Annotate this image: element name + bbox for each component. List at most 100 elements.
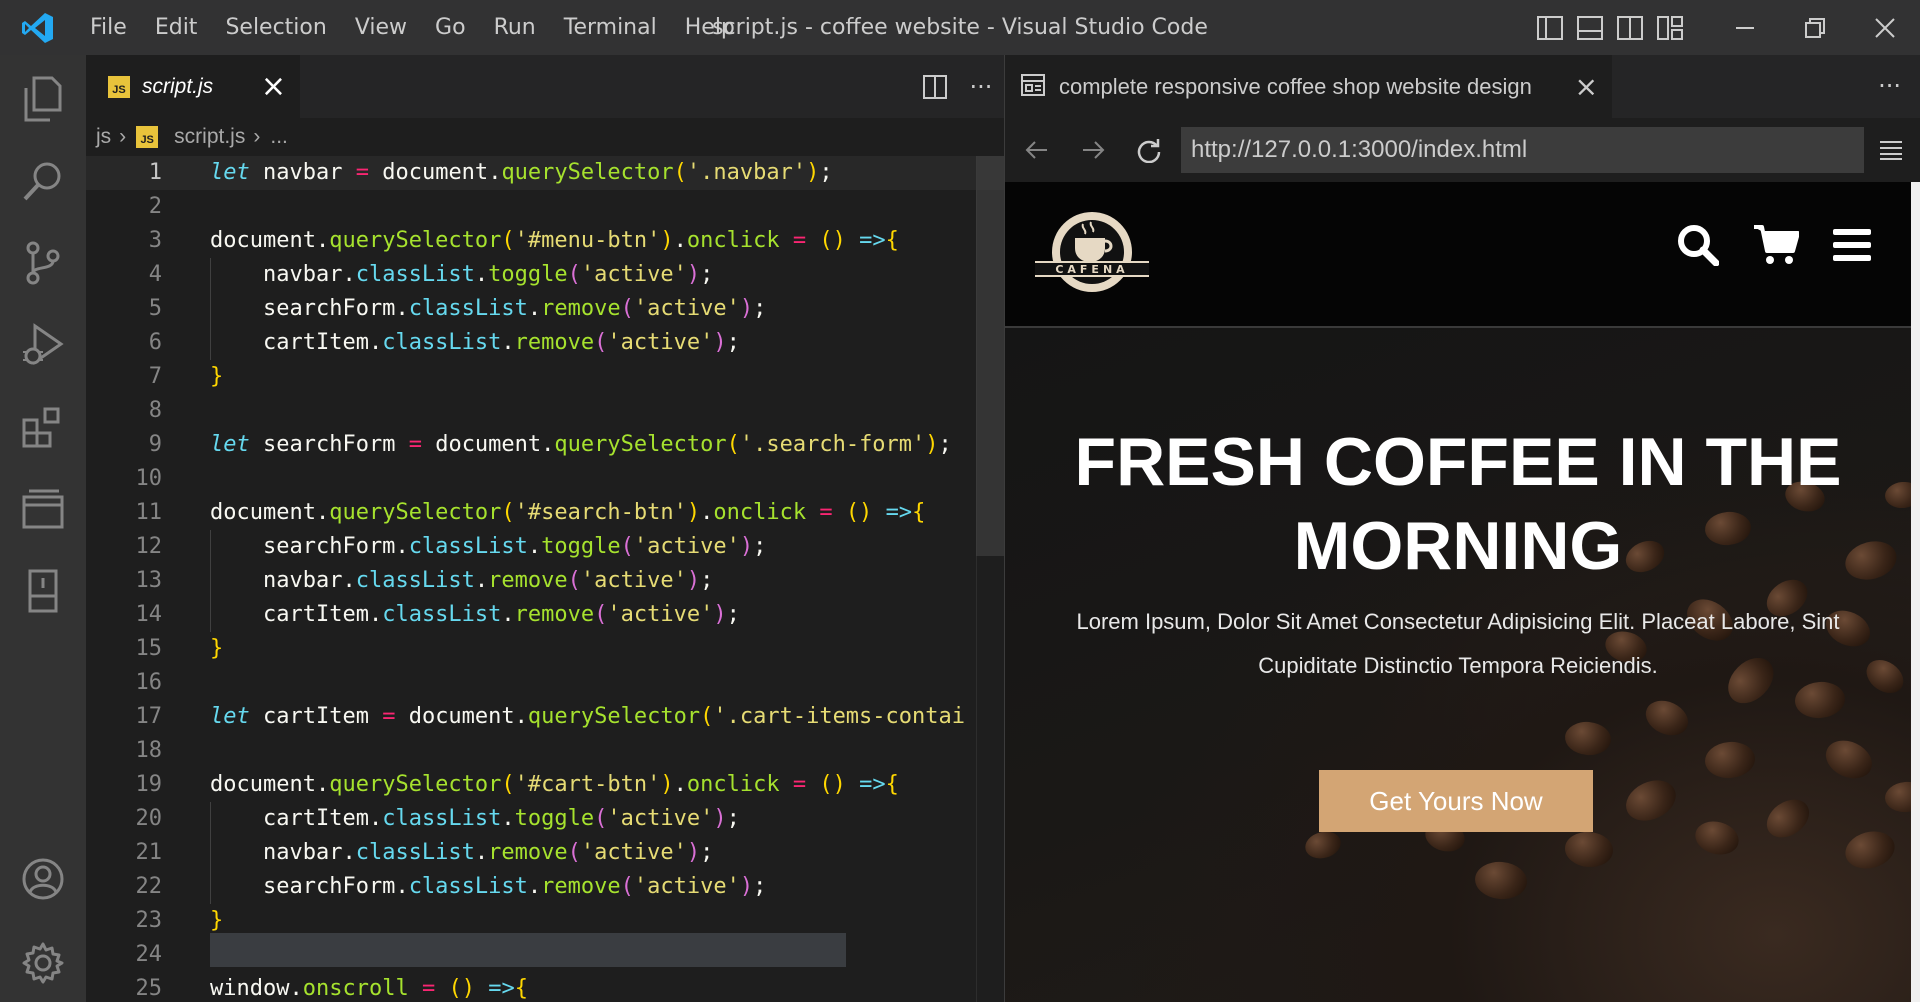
code-token: classList xyxy=(408,534,528,559)
search-icon[interactable] xyxy=(1677,224,1720,270)
code-line[interactable]: 15} xyxy=(86,632,1004,666)
code-token: ) xyxy=(925,432,939,457)
code-token: '#menu-btn' xyxy=(514,228,661,253)
vscode-logo-icon[interactable] xyxy=(0,0,76,55)
breadcrumb: js › JS script.js › ... xyxy=(86,118,1004,156)
menu-edit[interactable]: Edit xyxy=(141,0,212,55)
code-editor[interactable]: 1 let navbar = document.querySelector('.n… xyxy=(86,156,1004,1002)
back-arrow-icon[interactable] xyxy=(1009,118,1065,182)
code-token: ( xyxy=(620,874,634,899)
live-preview-icon[interactable] xyxy=(0,555,86,627)
code-token: = xyxy=(819,500,833,525)
code-token: ( xyxy=(567,840,581,865)
close-tab-icon[interactable]: × xyxy=(261,71,286,102)
breadcrumb-file[interactable]: script.js xyxy=(174,125,245,149)
get-yours-now-button[interactable]: Get Yours Now xyxy=(1319,770,1593,832)
code-token: () xyxy=(819,228,846,253)
code-line[interactable]: 8 xyxy=(86,394,1004,428)
code-line[interactable]: 2 xyxy=(86,190,1004,224)
code-token: ; xyxy=(726,330,740,355)
code-line[interactable]: 19 document.querySelector('#cart-btn').on… xyxy=(86,768,1004,802)
code-line[interactable]: 24 xyxy=(86,938,1004,972)
breadcrumb-folder[interactable]: js xyxy=(96,125,111,149)
code-line[interactable]: 3 document.querySelector('#menu-btn').onc… xyxy=(86,224,1004,258)
preview-scrollbar[interactable] xyxy=(1911,182,1920,1002)
forward-arrow-icon[interactable] xyxy=(1065,118,1121,182)
menu-help[interactable]: Help xyxy=(671,0,749,55)
code-line[interactable]: 6 cartItem.classList.remove('active'); xyxy=(86,326,1004,360)
website-viewport: CAFENA FRESH COFFEE IN THE MORNING Lorem… xyxy=(1005,182,1911,1002)
code-line[interactable]: 17 let cartItem = document.querySelector(… xyxy=(86,700,1004,734)
explorer-icon[interactable] xyxy=(0,63,86,135)
code-line[interactable]: 22 searchForm.classList.remove('active')… xyxy=(86,870,1004,904)
code-text: window.onscroll = () =>{ xyxy=(210,972,528,1002)
url-input[interactable]: http://127.0.0.1:3000/index.html xyxy=(1181,127,1864,173)
code-line[interactable]: 18 xyxy=(86,734,1004,768)
extensions-icon[interactable] xyxy=(0,391,86,463)
code-token: . xyxy=(527,296,542,321)
code-line[interactable]: 13 navbar.classList.remove('active'); xyxy=(86,564,1004,598)
cafena-logo[interactable]: CAFENA xyxy=(1033,204,1151,304)
code-token: . xyxy=(541,432,555,457)
close-tab-icon[interactable]: × xyxy=(1575,70,1598,103)
reload-icon[interactable] xyxy=(1121,118,1177,182)
menu-terminal[interactable]: Terminal xyxy=(550,0,671,55)
toggle-secondary-sidebar-icon[interactable] xyxy=(1610,0,1650,55)
code-line[interactable]: 12 searchForm.classList.toggle('active')… xyxy=(86,530,1004,564)
code-line[interactable]: 16 xyxy=(86,666,1004,700)
line-number: 5 xyxy=(148,296,162,321)
code-line[interactable]: 21 navbar.classList.remove('active'); xyxy=(86,836,1004,870)
code-line[interactable]: 7} xyxy=(86,360,1004,394)
code-token: . xyxy=(395,534,409,559)
preview-icon xyxy=(1021,73,1045,100)
split-editor-icon[interactable] xyxy=(912,55,958,118)
menu-go[interactable]: Go xyxy=(421,0,480,55)
code-line[interactable]: 11 document.querySelector('#search-btn').… xyxy=(86,496,1004,530)
code-line[interactable]: 25 window.onscroll = () =>{ xyxy=(86,972,1004,1002)
more-actions-icon[interactable]: ··· xyxy=(1878,55,1901,118)
customize-layout-icon[interactable] xyxy=(1650,0,1690,55)
toggle-panel-icon[interactable] xyxy=(1570,0,1610,55)
minimize-icon[interactable] xyxy=(1710,0,1780,55)
code-token: ) xyxy=(739,874,754,899)
code-line[interactable]: 20 cartItem.classList.toggle('active'); xyxy=(86,802,1004,836)
line-number: 22 xyxy=(135,874,163,899)
menu-selection[interactable]: Selection xyxy=(211,0,340,55)
restore-icon[interactable] xyxy=(1780,0,1850,55)
code-line[interactable]: 10 xyxy=(86,462,1004,496)
run-and-debug-icon[interactable] xyxy=(0,309,86,381)
menu-run[interactable]: Run xyxy=(480,0,550,55)
code-token: => xyxy=(488,976,515,1001)
breadcrumb-more[interactable]: ... xyxy=(270,125,288,149)
code-token: cartItem xyxy=(249,704,383,729)
hamburger-menu-icon[interactable] xyxy=(1871,130,1911,170)
code-line[interactable]: 1 let navbar = document.querySelector('.n… xyxy=(86,156,1004,190)
line-number: 13 xyxy=(135,568,163,593)
toggle-primary-sidebar-icon[interactable] xyxy=(1530,0,1570,55)
code-token: 'active' xyxy=(607,806,714,831)
code-line[interactable]: 14 cartItem.classList.remove('active'); xyxy=(86,598,1004,632)
tab-script-js[interactable]: JS script.js × xyxy=(86,55,300,118)
settings-gear-icon[interactable] xyxy=(0,927,86,999)
menu-view[interactable]: View xyxy=(341,0,421,55)
source-control-icon[interactable] xyxy=(0,227,86,299)
browser-toolbar: http://127.0.0.1:3000/index.html xyxy=(1005,118,1920,182)
search-icon[interactable] xyxy=(0,145,86,217)
code-token: . xyxy=(673,772,687,797)
close-window-icon[interactable] xyxy=(1850,0,1920,55)
editor-scrollbar-thumb[interactable] xyxy=(976,156,1004,556)
tab-browser-preview[interactable]: complete responsive coffee shop website … xyxy=(1005,55,1612,118)
hamburger-menu-icon[interactable] xyxy=(1833,227,1871,267)
code-line[interactable]: 23} xyxy=(86,904,1004,938)
more-actions-icon[interactable]: ··· xyxy=(958,55,1004,118)
code-token: document xyxy=(210,772,316,797)
code-text: let navbar = document.querySelector('.na… xyxy=(210,156,833,190)
shopping-cart-icon[interactable] xyxy=(1753,224,1800,270)
accounts-icon[interactable] xyxy=(0,843,86,915)
code-line[interactable]: 4 navbar.classList.toggle('active'); xyxy=(86,258,1004,292)
code-line[interactable]: 5 searchForm.classList.remove('active'); xyxy=(86,292,1004,326)
code-line[interactable]: 9 let searchForm = document.querySelector… xyxy=(86,428,1004,462)
remote-explorer-icon[interactable] xyxy=(0,473,86,545)
menu-file[interactable]: File xyxy=(76,0,141,55)
